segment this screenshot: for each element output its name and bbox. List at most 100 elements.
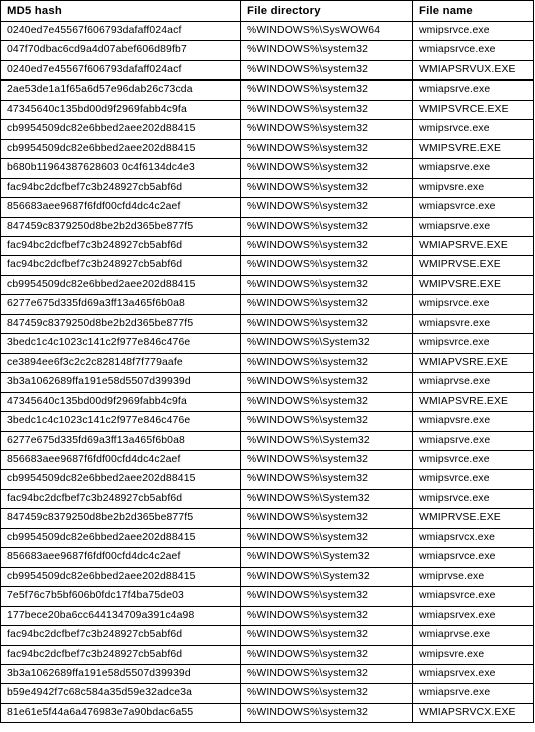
cell-file-name: wmipsvrce.exe [412,449,534,471]
cell-file-directory: %WINDOWS%\System32 [240,547,413,568]
cell-file-name: wmiapsvrce.exe [412,586,534,607]
cell-file-directory: %WINDOWS%\system32 [240,119,413,140]
cell-file-directory: %WINDOWS%\system32 [240,449,413,471]
table-row: 7e5f76c7b5bf606b0fdc17f4ba75de03 %WINDOWS… [0,586,534,607]
cell-md5-hash: cb9954509dc82e6bbed2aee202d88415 [0,119,241,140]
cell-file-name: WMIAPSRVE.EXE [412,235,534,257]
cell-file-name: wmiapsrve.exe [412,216,534,237]
cell-file-name: wmiprvse.exe [412,566,534,588]
cell-file-name: WMIAPVSRE.EXE [412,352,534,374]
cell-file-name: wmiapsrvcx.exe [412,527,534,549]
table-row: 81e61e5f44a6a476983e7a90bdac6a55 %WINDOWS… [0,702,534,724]
table-row: fac94bc2dcfbef7c3b248927cb5abf6d %WINDOWS… [0,644,534,665]
cell-file-directory: %WINDOWS%\system32 [240,274,413,296]
table-row: 047f70dbac6cd9a4d07abef606d89fb7 %WINDOWS… [0,40,534,61]
cell-md5-hash: 47345640c135bd00d9f2969fabb4c9fa [0,99,241,121]
cell-file-directory: %WINDOWS%\system32 [240,216,413,237]
table-row: 847459c8379250d8be2b2d365be877f5 %WINDOWS… [0,508,534,529]
cell-file-directory: %WINDOWS%\system32 [240,372,413,393]
cell-file-directory: %WINDOWS%\system32 [240,40,413,61]
table-row: 47345640c135bd00d9f2969fabb4c9fa %WINDOWS… [0,99,534,121]
cell-md5-hash: 3b3a1062689ffa191e58d5507d39939d [0,663,241,685]
cell-md5-hash: 047f70dbac6cd9a4d07abef606d89fb7 [0,40,241,61]
table-row: 847459c8379250d8be2b2d365be877f5 %WINDOWS… [0,216,534,237]
cell-file-name: wmiapsrvce.exe [412,40,534,61]
table-row: cb9954509dc82e6bbed2aee202d88415 %WINDOWS… [0,469,534,490]
table-row: 856683aee9687f6fdf00cfd4dc4c2aef %WINDOWS… [0,449,534,471]
cell-file-name: wmipsvre.exe [412,644,534,665]
cell-file-directory: %WINDOWS%\system32 [240,702,413,724]
table-row: 6277e675d335fd69a3ff13a465f6b0a8 %WINDOWS… [0,430,534,451]
table-row: 177bece20ba6cc644134709a391c4a98 %WINDOWS… [0,605,534,627]
cell-file-name: wmiapsvre.exe [412,313,534,335]
cell-file-directory: %WINDOWS%\system32 [240,79,413,101]
cell-file-name: WMIPSVRE.EXE [412,138,534,160]
cell-file-directory: %WINDOWS%\system32 [240,255,413,276]
column-header-md5-hash: MD5 hash [0,0,241,22]
cell-md5-hash: 0240ed7e45567f606793dafaff024acf [0,59,241,82]
table-row: cb9954509dc82e6bbed2aee202d88415 %WINDOWS… [0,566,534,588]
hash-table-container: MD5 hash File directory File name 0240ed… [0,0,535,732]
cell-file-directory: %WINDOWS%\system32 [240,197,413,218]
cell-md5-hash: 2ae53de1a1f65a6d57e96dab26c73cda [0,79,241,101]
cell-file-name: wmipsrvce.exe [412,488,534,510]
cell-md5-hash: 177bece20ba6cc644134709a391c4a98 [0,605,241,627]
cell-file-name: wmipsrvce.exe [412,20,534,42]
cell-md5-hash: 3b3a1062689ffa191e58d5507d39939d [0,372,241,393]
table-row: 856683aee9687f6fdf00cfd4dc4c2aef %WINDOWS… [0,197,534,218]
cell-md5-hash: 81e61e5f44a6a476983e7a90bdac6a55 [0,702,241,724]
md5-hash-table: MD5 hash File directory File name 0240ed… [0,0,534,724]
cell-file-directory: %WINDOWS%\system32 [240,158,413,179]
cell-md5-hash: 856683aee9687f6fdf00cfd4dc4c2aef [0,197,241,218]
cell-md5-hash: ce3894ee6f3c2c2c828148f7f779aafe [0,352,241,374]
cell-md5-hash: fac94bc2dcfbef7c3b248927cb5abf6d [0,235,241,257]
cell-file-directory: %WINDOWS%\system32 [240,625,413,646]
cell-file-name: WMIAPSRVUX.EXE [412,59,534,82]
cell-file-directory: %WINDOWS%\system32 [240,294,413,315]
cell-file-directory: %WINDOWS%\system32 [240,586,413,607]
cell-md5-hash: 6277e675d335fd69a3ff13a465f6b0a8 [0,294,241,315]
cell-file-name: WMIAPSVRE.EXE [412,391,534,413]
cell-md5-hash: 847459c8379250d8be2b2d365be877f5 [0,313,241,335]
cell-file-name: wmiaprvse.exe [412,372,534,393]
cell-md5-hash: fac94bc2dcfbef7c3b248927cb5abf6d [0,625,241,646]
table-row: cb9954509dc82e6bbed2aee202d88415 %WINDOWS… [0,138,534,160]
cell-file-directory: %WINDOWS%\system32 [240,469,413,490]
cell-md5-hash: fac94bc2dcfbef7c3b248927cb5abf6d [0,255,241,276]
cell-file-name: wmipsvrce.exe [412,333,534,354]
table-row: 3b3a1062689ffa191e58d5507d39939d %WINDOWS… [0,663,534,685]
cell-file-directory: %WINDOWS%\system32 [240,352,413,374]
cell-file-name: wmiapsrvex.exe [412,663,534,685]
cell-file-name: WMIAPSRVCX.EXE [412,702,534,724]
table-row: fac94bc2dcfbef7c3b248927cb5abf6d %WINDOWS… [0,177,534,199]
table-row: 6277e675d335fd69a3ff13a465f6b0a8 %WINDOWS… [0,294,534,315]
cell-md5-hash: 3bedc1c4c1023c141c2f977e846c476e [0,411,241,432]
table-row: 847459c8379250d8be2b2d365be877f5 %WINDOWS… [0,313,534,335]
cell-md5-hash: b680b11964387628603 0c4f6134dc4e3 [0,158,241,179]
table-row: b59e4942f7c68c584a35d59e32adce3a %WINDOWS… [0,683,534,704]
table-header-row: MD5 hash File directory File name [0,0,534,22]
table-row: cb9954509dc82e6bbed2aee202d88415 %WINDOWS… [0,274,534,296]
cell-file-directory: %WINDOWS%\system32 [240,605,413,627]
cell-file-name: wmiaprvse.exe [412,625,534,646]
table-row: fac94bc2dcfbef7c3b248927cb5abf6d %WINDOWS… [0,488,534,510]
table-body: 0240ed7e45567f606793dafaff024acf %WINDOWS… [0,20,534,724]
cell-md5-hash: 6277e675d335fd69a3ff13a465f6b0a8 [0,430,241,451]
cell-md5-hash: cb9954509dc82e6bbed2aee202d88415 [0,566,241,588]
cell-file-directory: %WINDOWS%\system32 [240,644,413,665]
cell-file-directory: %WINDOWS%\System32 [240,333,413,354]
table-row: 0240ed7e45567f606793dafaff024acf %WINDOWS… [0,59,534,82]
cell-file-directory: %WINDOWS%\system32 [240,59,413,82]
table-row: ce3894ee6f3c2c2c828148f7f779aafe %WINDOWS… [0,352,534,374]
cell-md5-hash: cb9954509dc82e6bbed2aee202d88415 [0,138,241,160]
cell-md5-hash: cb9954509dc82e6bbed2aee202d88415 [0,274,241,296]
cell-file-name: wmipsrvce.exe [412,294,534,315]
cell-file-directory: %WINDOWS%\System32 [240,566,413,588]
table-row: 0240ed7e45567f606793dafaff024acf %WINDOWS… [0,20,534,42]
cell-md5-hash: fac94bc2dcfbef7c3b248927cb5abf6d [0,177,241,199]
cell-file-name: wmipvsre.exe [412,177,534,199]
cell-file-directory: %WINDOWS%\system32 [240,313,413,335]
column-header-file-directory: File directory [240,0,413,22]
column-header-file-name: File name [412,0,534,22]
table-row: 856683aee9687f6fdf00cfd4dc4c2aef %WINDOWS… [0,547,534,568]
